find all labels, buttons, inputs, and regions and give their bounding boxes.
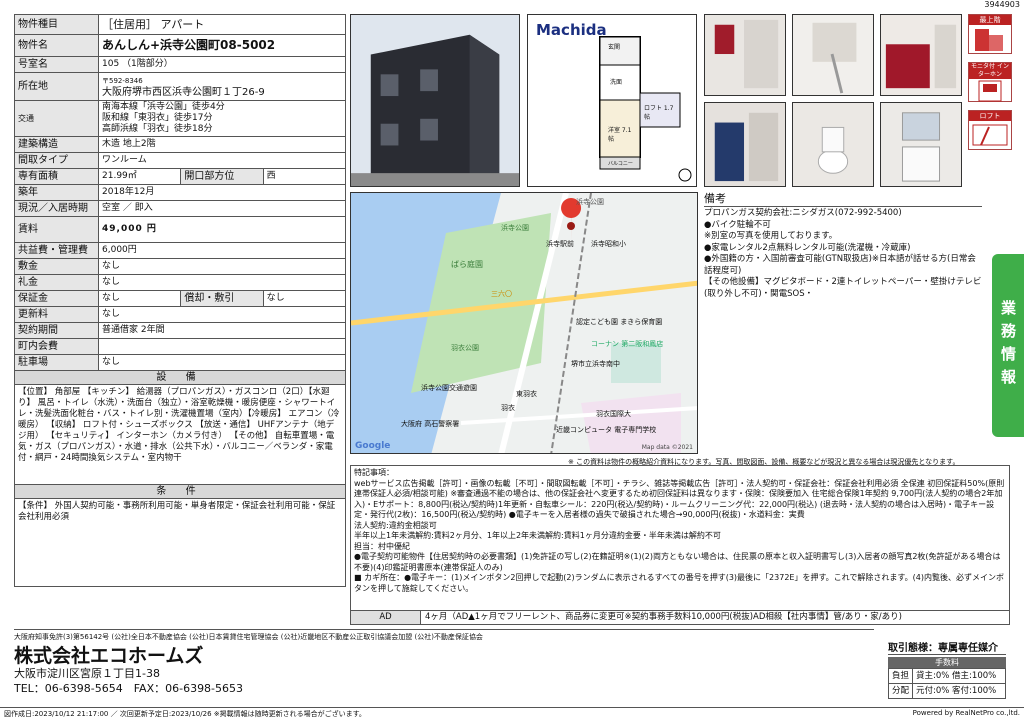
room-western: 洋室 7.1帖 <box>608 127 632 143</box>
interior-photo-4 <box>704 102 786 187</box>
row-rent: 賃料 49,000 円 <box>14 216 346 243</box>
map-google-logo: Google <box>355 441 391 451</box>
fee-value: 元付:0% 客付:100% <box>912 683 1006 699</box>
row-structure: 建築構造 木造 地上2階 <box>14 136 346 153</box>
row-parking: 駐車場 なし <box>14 354 346 371</box>
row-type: 物件種目 ［住居用］ アパート <box>14 14 346 35</box>
fee-key: 分配 <box>888 683 913 699</box>
loft-icon: ロフト <box>968 110 1012 150</box>
row-room: 号室名 105 （1階部分） <box>14 56 346 73</box>
company-address: 大阪市淀川区宮原１丁目1-38 <box>14 667 160 680</box>
interior-photo-6 <box>880 102 962 187</box>
floorplan: Machida 玄関 洗面 ロフト 1.7帖 洋室 7.1帖 バルコニー <box>527 14 697 187</box>
map-label-6: 三六〇 <box>491 290 512 298</box>
map-label-16: 羽衣公園 <box>451 344 479 352</box>
location-map[interactable]: 浜寺公園 浜寺駅前 浜寺公園 ばら庭園 浜寺昭和小 三六〇 羽衣 東羽衣 大阪府… <box>350 192 698 454</box>
remark-line: プロパンガス契約会社:ニシダガス(072-992-5400) <box>704 208 902 218</box>
footer-bar: 図作成日:2023/10/12 21:17:00 ／ 次回更新予定日:2023/… <box>0 707 1024 719</box>
map-label-1: 浜寺公園 <box>576 198 604 206</box>
map-label-7: 羽衣 <box>501 404 515 412</box>
map-label-10: 近畿コンピュータ 電子専門学校 <box>556 426 657 434</box>
facilities-header: 設 備 <box>14 371 346 385</box>
row-guarantee: 保証金 なし 償却・敷引 なし <box>14 290 347 307</box>
room-washroom: 洗面 <box>610 79 623 86</box>
ad-text: 4ヶ月（AD▲1ヶ月でフリーレント、商品券に変更可※契約事務手数料10,000円… <box>425 612 902 622</box>
footer-powered: Powered by RealNetPro co.,ltd. <box>912 709 1020 717</box>
remark-line: ●バイク駐輪不可 <box>704 219 771 230</box>
row-layout: 間取タイプ ワンルーム <box>14 152 346 169</box>
room-balcony: バルコニー <box>608 161 633 167</box>
fee-value: 貸主:0% 借主:100% <box>912 668 1006 684</box>
remark-line: 【その他設備】マグピタボード・2連トイレットペーパー・壁掛けテレビ(取り外し不可… <box>704 277 982 299</box>
map-label-8: 東羽衣 <box>516 390 537 398</box>
row-common: 共益費・管理費 6,000円 <box>14 242 346 259</box>
map-label-3: 浜寺公園 <box>501 224 529 232</box>
ad-row: AD 4ヶ月（AD▲1ヶ月でフリーレント、商品券に変更可※契約事務手数料10,0… <box>350 610 1010 625</box>
remark-line: ●家電レンタル2点無料レンタル可能(洗濯機・冷蔵庫) <box>704 242 911 253</box>
fee-subtitle: 手数料 <box>888 657 1006 668</box>
remark-line: ※別室の写真を使用しております。 <box>704 231 838 241</box>
interior-photo-5 <box>792 102 874 187</box>
building-image <box>351 15 519 186</box>
interior-photo-1 <box>704 14 786 96</box>
transaction-type: 取引態様：専属専任媒介 <box>888 639 1006 655</box>
company-phone: TEL：06-6398-5654 FAX：06-6398-5653 <box>14 682 244 695</box>
room-entrance: 玄関 <box>608 44 621 51</box>
map-label-14: 堺市立浜寺南中 <box>571 360 620 368</box>
monitor-intercom-icon: モニタ付 インターホン <box>968 62 1012 102</box>
reference-id: 3944903 <box>984 0 1020 9</box>
interior-photo-3 <box>880 14 962 96</box>
map-label-2: 浜寺駅前 <box>546 240 574 248</box>
conditions-header: 条 件 <box>14 485 346 499</box>
remarks-title: 備考 <box>704 192 982 207</box>
row-renewal: 更新料 なし <box>14 306 346 323</box>
row-shikikin: 敷金 なし <box>14 258 346 275</box>
business-info-tab[interactable]: 業務情報 <box>992 254 1024 437</box>
interior-photo-2 <box>792 14 874 96</box>
fee-key: 負担 <box>888 668 913 684</box>
map-label-15: 認定こども園 まきら保育園 <box>576 318 663 326</box>
room-loft: ロフト 1.7帖 <box>644 105 674 121</box>
row-contract: 契約期間 普通借家 2年間 <box>14 322 346 339</box>
facilities-text: 【位置】 角部屋 【キッチン】 給湯器（プロパンガス）・ガスコンロ（2口）【水廻… <box>14 385 346 485</box>
map-label-5: 浜寺昭和小 <box>591 240 626 248</box>
map-credit: Map data ©2021 <box>641 444 693 451</box>
map-label-4: ばら庭園 <box>451 260 483 269</box>
remark-line: ●外国籍の方・入国前審査可能(GTN取扱店)※日本語が話せる方(日常会話程度可) <box>704 254 976 276</box>
company-name: 株式会社エコホームズ <box>14 645 204 667</box>
row-status: 現況／入居時期 空室 ／ 即入 <box>14 200 346 217</box>
spec-table: 物件種目 ［住居用］ アパート 物件名 あんしん+浜寺公園町08-5002 号室名 1… <box>14 14 347 371</box>
row-name: 物件名 あんしん+浜寺公園町08-5002 <box>14 34 346 57</box>
footer-dates: 図作成日:2023/10/12 21:17:00 ／ 次回更新予定日:2023/… <box>4 710 366 718</box>
map-label-11: 羽衣国際大 <box>596 410 631 418</box>
remarks-panel: 備考 プロパンガス契約会社:ニシダガス(072-992-5400) ●バイク駐輪… <box>704 192 982 300</box>
ad-label: AD <box>351 611 421 624</box>
exterior-photo <box>350 14 520 187</box>
row-townfee: 町内会費 <box>14 338 346 355</box>
top-floor-icon: 最上階 <box>968 14 1012 54</box>
property-spec-panel: 物件種目 ［住居用］ アパート 物件名 あんしん+浜寺公園町08-5002 号室名 1… <box>14 14 347 587</box>
map-label-13: 浜寺公園交通遊園 <box>421 384 477 392</box>
map-label-12: コーナン 第二阪和鳳店 <box>591 340 664 348</box>
conditions-text: 【条件】 外国人契約可能・事務所利用可能・単身者限定・保証会社利用可能・保証会社… <box>14 499 346 587</box>
row-area: 専有面積 21.99㎡ 開口部方位西 <box>14 168 347 185</box>
map-label-9: 大阪府 高石警察署 <box>401 420 460 428</box>
row-reikin: 礼金 なし <box>14 274 346 291</box>
special-notes: 特記事項： webサービス広告掲載［許可］・画像の転載［不可］・間取図転載［不可… <box>350 465 1010 625</box>
row-built: 築年 2018年12月 <box>14 184 346 201</box>
fee-box: 取引態様：専属専任媒介 手数料 負担 貸主:0% 借主:100% 分配 元付:0% … <box>888 639 1006 699</box>
row-address: 所在地 〒592-8346 大阪府堺市西区浜寺公園町１丁26-9 <box>14 72 346 101</box>
row-transport: 交通 南海本線「浜寺公園」徒歩4分 阪和線「東羽衣」徒歩17分 高師浜線「羽衣」徒歩1… <box>14 100 346 137</box>
